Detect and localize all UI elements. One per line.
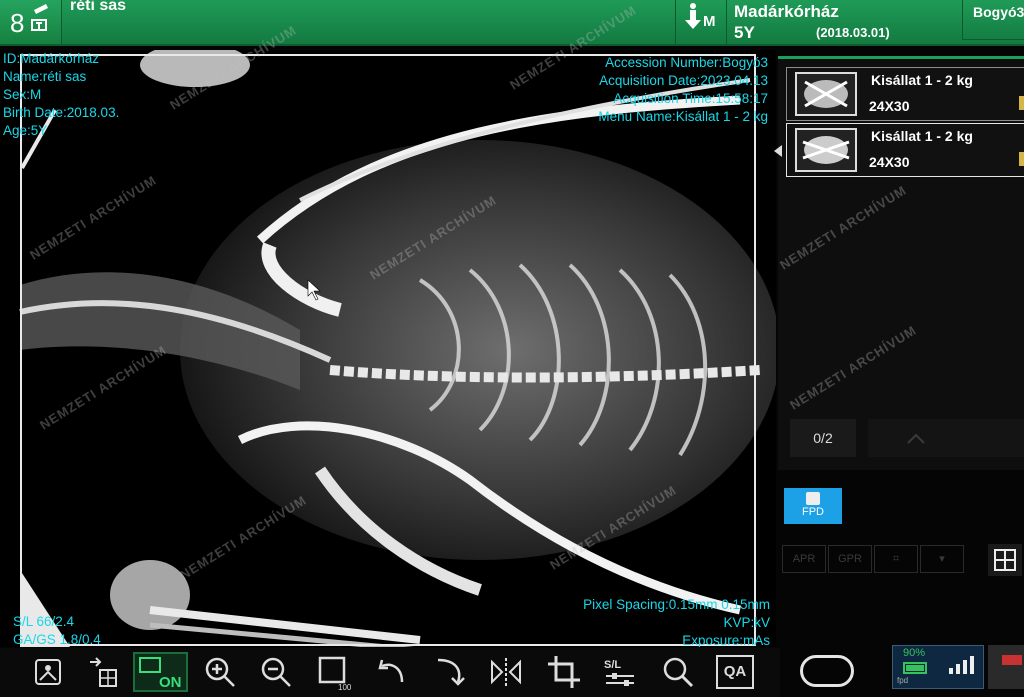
apr-button[interactable]: APR <box>782 545 826 573</box>
overlay-menu-name: Menu Name:Kisállat 1 - 2 kg <box>598 109 768 124</box>
thumbnail-size: 24X30 <box>869 98 910 114</box>
detector-status-label: fpd <box>897 676 909 685</box>
signal-icon <box>949 656 974 674</box>
patient-birth-date: (2018.03.01) <box>816 25 890 40</box>
thumbnail-title: Kisállat 1 - 2 kg <box>871 72 973 88</box>
patient-edit-button[interactable]: 8 <box>0 0 62 44</box>
overlay-exposure-info: Pixel Spacing:0.15mm 0.15mm KVP:kV Expos… <box>583 596 770 647</box>
overlay-window-info: S/L 66/2.4 GA/GS 1.8/0.4 <box>13 613 101 647</box>
overlay-id: ID:Madárkórház <box>3 51 100 66</box>
overlay-name: Name:réti sas <box>3 69 87 84</box>
flip-icon <box>491 658 521 686</box>
annotation-icon <box>35 659 61 685</box>
crop-button[interactable] <box>544 652 584 692</box>
thumbnail-image <box>795 128 857 172</box>
patient-edit-icon: 8 <box>10 4 48 38</box>
overlay-acq-date: Acquisition Date:2023.04.13 <box>599 73 768 88</box>
svg-text:100: 100 <box>338 683 352 692</box>
panel-scroll-up[interactable] <box>868 419 1024 457</box>
svg-text:M: M <box>703 13 716 30</box>
chevron-up-icon <box>907 433 925 444</box>
image-frame <box>20 54 756 646</box>
svg-text:S/L: S/L <box>604 659 621 671</box>
fpd-label: FPD <box>802 506 824 518</box>
annotation-tool-button[interactable] <box>28 652 68 692</box>
disabled-toolset: APR GPR ⌗ ▾ <box>782 545 982 575</box>
thumbnail-image <box>795 72 857 116</box>
thumbnail-item[interactable]: Kisállat 1 - 2 kg 24X30 <box>786 123 1024 177</box>
active-marker-icon <box>774 145 782 157</box>
svg-text:8: 8 <box>10 8 24 38</box>
overlay-birth-date: Birth Date:2018.03. <box>3 105 120 120</box>
grid-layout-icon <box>994 549 1016 571</box>
zoom-100-button[interactable]: 100 <box>314 652 354 692</box>
overlay-accession: Accession Number:Bogyó3 <box>605 55 768 70</box>
battery-percent: 90% <box>903 647 926 659</box>
overlay-sex: Sex:M <box>3 87 42 102</box>
sex-gender-icon: M <box>685 3 716 30</box>
rotate-left-icon <box>378 659 404 683</box>
alert-indicator[interactable] <box>988 645 1024 689</box>
overlay-pixel-spacing: Pixel Spacing:0.15mm 0.15mm <box>583 597 770 612</box>
overlay-exposure: Exposure:mAs <box>682 633 770 647</box>
sex-indicator: M <box>675 0 727 44</box>
zoom-out-button[interactable] <box>256 652 296 692</box>
swap-grid-icon <box>90 657 117 687</box>
qa-button[interactable]: QA <box>716 655 754 689</box>
fit-100-icon: 100 <box>318 656 352 692</box>
sl-adjust-button[interactable]: S/L <box>600 652 640 692</box>
zoom-in-icon <box>205 657 235 687</box>
rotate-left-button[interactable] <box>372 652 412 692</box>
hospital-name: Madárkórház <box>734 2 839 21</box>
overlay-acq-time: Acquisition Time:15:58:17 <box>613 91 768 106</box>
overlay-patient-info: ID:Madárkórház Name:réti sas Sex:M Birth… <box>3 50 119 140</box>
battery-fill <box>906 665 924 671</box>
fpd-detector-button[interactable]: FPD <box>784 488 842 524</box>
xray-viewport[interactable]: ID:Madárkórház Name:réti sas Sex:M Birth… <box>0 50 776 647</box>
image-toolbar: ON 100 S/L QA <box>0 648 780 697</box>
page-count: 0/2 <box>790 419 856 457</box>
overlay-ga-gs: GA/GS 1.8/0.4 <box>13 632 101 647</box>
on-toggle-button[interactable]: ON <box>133 652 188 692</box>
overlay-age: Age:5Y <box>3 123 48 138</box>
detector-icon <box>806 492 820 505</box>
rotate-right-icon <box>437 658 465 686</box>
layout-swap-button[interactable] <box>82 652 122 692</box>
alert-icon <box>1002 655 1022 665</box>
header-bar: 8 réti sas M Madárkórház 5Y (2018.03.01)… <box>0 0 1024 46</box>
magnifier-icon <box>663 657 694 688</box>
zoom-out-icon <box>261 657 291 687</box>
crop-tool-disabled[interactable]: ⌗ <box>874 545 918 573</box>
thumbnail-status-tag <box>1019 152 1024 166</box>
more-tool-disabled[interactable]: ▾ <box>920 545 964 573</box>
gpr-button[interactable]: GPR <box>828 545 872 573</box>
on-label: ON <box>159 674 182 691</box>
monitor-icon <box>139 657 161 673</box>
patient-name: réti sas <box>70 0 127 14</box>
sl-adjust-icon: S/L <box>604 659 634 686</box>
overlay-sl: S/L 66/2.4 <box>13 614 75 629</box>
patient-age: 5Y <box>734 23 755 42</box>
rotate-right-button[interactable] <box>430 652 470 692</box>
zoom-in-button[interactable] <box>200 652 240 692</box>
magnifier-button[interactable] <box>658 652 698 692</box>
thumbnail-item[interactable]: Kisállat 1 - 2 kg 24X30 <box>786 67 1024 121</box>
thumbnail-panel: Kisállat 1 - 2 kg 24X30 Kisállat 1 - 2 k… <box>774 56 1024 470</box>
accession-tab[interactable]: Bogyó3 <box>962 0 1024 40</box>
crop-icon <box>548 656 580 688</box>
overlay-study-info: Accession Number:Bogyó3 Acquisition Date… <box>598 54 768 126</box>
system-status: 90% fpd <box>892 645 984 689</box>
thumbnail-size: 24X30 <box>869 154 910 170</box>
battery-icon <box>903 662 927 674</box>
overlay-kvp: KVP:kV <box>723 615 770 630</box>
thumbnail-status-tag <box>1019 96 1024 110</box>
thumbnail-title: Kisállat 1 - 2 kg <box>871 128 973 144</box>
expose-button[interactable] <box>800 655 854 687</box>
flip-button[interactable] <box>486 652 526 692</box>
layout-grid-button[interactable] <box>988 544 1022 576</box>
